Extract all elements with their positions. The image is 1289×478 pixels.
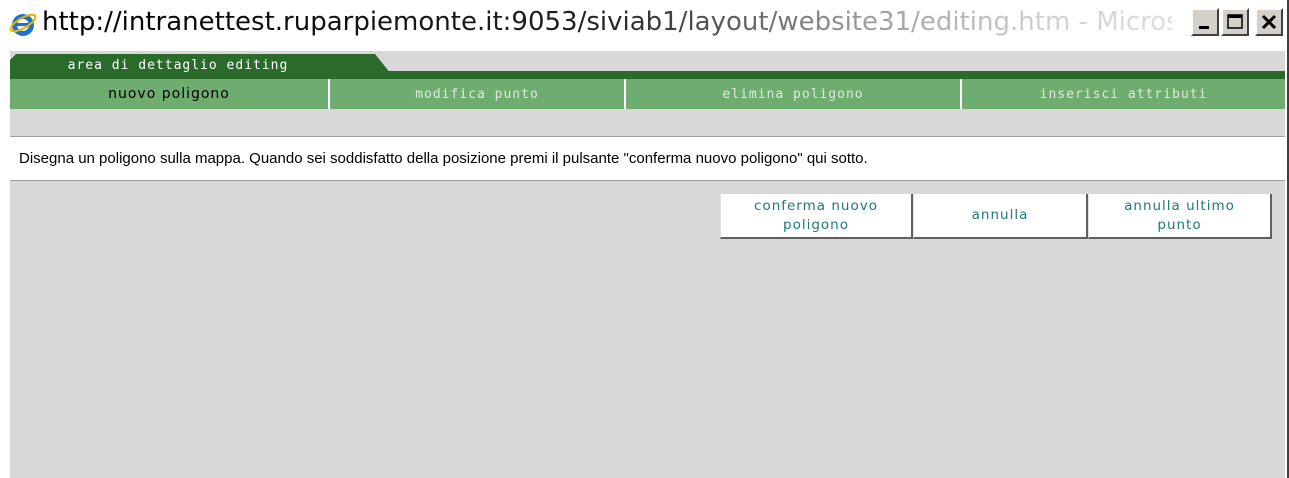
instruction-message: Disegna un poligono sulla mappa. Quando … xyxy=(10,136,1285,181)
menu-elimina-poligono[interactable]: elimina poligono xyxy=(626,79,962,109)
title-bar[interactable]: http://intranettest.ruparpiemonte.it:905… xyxy=(2,0,1287,45)
menu-inserisci-attributi[interactable]: inserisci attributi xyxy=(962,79,1285,109)
window-title: http://intranettest.ruparpiemonte.it:905… xyxy=(42,4,1172,40)
browser-window: http://intranettest.ruparpiemonte.it:905… xyxy=(0,0,1289,478)
panel-header-tab: area di dettaglio editing xyxy=(10,54,395,79)
panel-header-label: area di dettaglio editing xyxy=(67,58,289,73)
cancel-button[interactable]: annulla xyxy=(913,194,1088,239)
minimize-icon xyxy=(1199,26,1209,29)
undo-last-point-button[interactable]: annulla ultimo punto xyxy=(1088,194,1272,239)
editing-panel: area di dettaglio editing nuovo poligono… xyxy=(10,51,1285,478)
menu-modifica-punto[interactable]: modifica punto xyxy=(330,79,626,109)
window-controls xyxy=(1191,8,1283,36)
maximize-icon xyxy=(1227,14,1243,29)
close-icon xyxy=(1261,14,1277,30)
confirm-new-polygon-button[interactable]: conferma nuovo poligono xyxy=(720,194,913,239)
internet-explorer-icon[interactable] xyxy=(8,9,38,39)
editing-menu: nuovo poligono modifica punto elimina po… xyxy=(10,79,1285,109)
close-button[interactable] xyxy=(1255,8,1283,36)
minimize-button[interactable] xyxy=(1191,8,1219,36)
maximize-button[interactable] xyxy=(1221,8,1249,36)
menu-nuovo-poligono[interactable]: nuovo poligono xyxy=(10,79,330,109)
action-buttons: conferma nuovo poligono annulla annulla … xyxy=(720,194,1272,239)
